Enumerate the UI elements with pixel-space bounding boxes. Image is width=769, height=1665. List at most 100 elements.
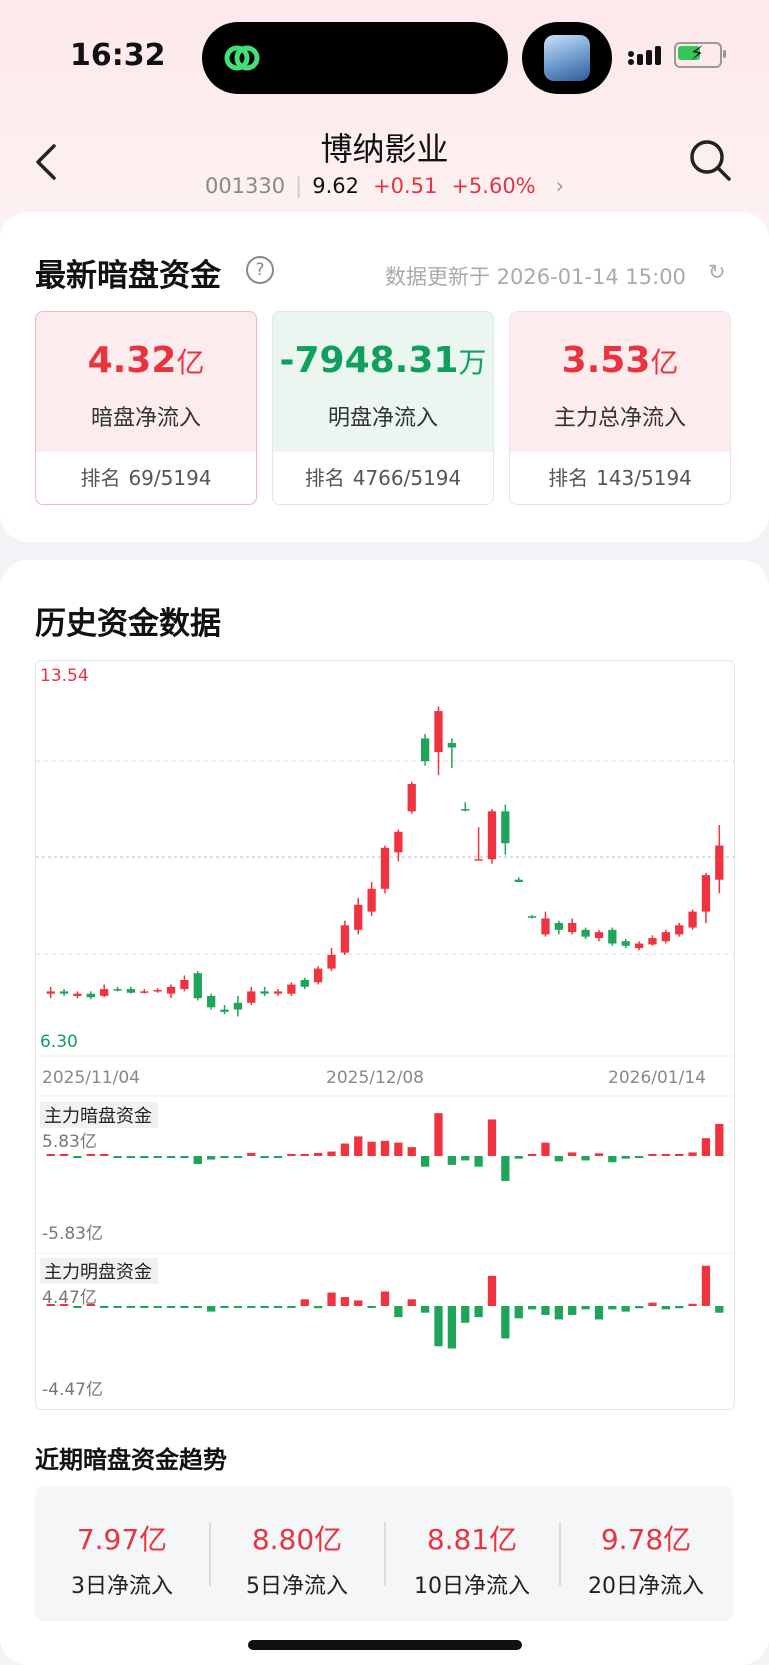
- flow-bar: [688, 1303, 697, 1306]
- flow-bar: [487, 1275, 497, 1306]
- flow-bar: [487, 1119, 497, 1156]
- flow-bar: [634, 1156, 644, 1158]
- candle-body: [73, 993, 82, 996]
- dark-panel-max: 5.83亿: [42, 1132, 97, 1152]
- flow-bar: [527, 1154, 537, 1156]
- status-time: 16:32: [70, 38, 166, 73]
- candle-body: [394, 831, 403, 853]
- flow-bar: [207, 1306, 216, 1312]
- live-activity-app[interactable]: [522, 22, 612, 94]
- app-thumbnail-icon: [544, 35, 590, 81]
- flow-bar: [648, 1302, 657, 1306]
- price-max-label: 13.54: [40, 666, 89, 686]
- flow-bar: [153, 1156, 162, 1158]
- flow-bar: [701, 1138, 711, 1156]
- metric-unit: 万: [458, 346, 487, 379]
- flow-bar: [247, 1152, 256, 1156]
- refresh-icon[interactable]: ↻: [708, 260, 726, 284]
- rank-value: 4766/5194: [352, 466, 462, 490]
- link-rings-icon: [224, 45, 260, 71]
- candle-body: [273, 991, 283, 994]
- dynamic-island[interactable]: [202, 22, 508, 94]
- x-label-end: 2026/01/14: [608, 1068, 706, 1088]
- flow-bar: [100, 1154, 109, 1156]
- candle-body: [594, 932, 604, 939]
- flow-bar: [621, 1156, 630, 1159]
- metric-main-inflow[interactable]: 3.53亿 主力总净流入 排名 143/5194: [509, 311, 731, 505]
- candle-body: [648, 938, 657, 945]
- flow-bar: [313, 1152, 323, 1156]
- flow-bar: [568, 1306, 577, 1315]
- candle-body: [675, 925, 684, 935]
- flow-bar: [461, 1306, 470, 1323]
- flow-bar: [300, 1299, 309, 1306]
- trend-item-3d[interactable]: 7.97亿 3日净流入: [35, 1486, 209, 1622]
- flow-bar: [661, 1306, 670, 1310]
- candle-body: [166, 986, 176, 994]
- metric-dark-inflow[interactable]: 4.32亿 暗盘净流入 排名 69/5194: [35, 311, 257, 505]
- flow-bar: [661, 1154, 670, 1156]
- home-indicator[interactable]: [248, 1640, 522, 1650]
- candle-body: [715, 845, 724, 880]
- rank-label: 排名: [304, 466, 345, 490]
- candle-body: [487, 811, 497, 860]
- flow-bar: [688, 1152, 697, 1156]
- chevron-right-icon: ›: [555, 174, 565, 198]
- candle-body: [340, 925, 350, 953]
- metric-label: 暗盘净流入: [90, 406, 201, 431]
- dark-panel-min: -5.83亿: [42, 1224, 103, 1244]
- nav-bar: 博纳影业 001330 | 9.62 +0.51 +5.60% ›: [0, 112, 769, 212]
- candle-body: [568, 923, 577, 933]
- candle-body: [701, 875, 711, 912]
- candle-body: [313, 968, 323, 983]
- candle-body: [608, 929, 617, 944]
- history-chart[interactable]: 13.54 6.30 2025/11/04 2025/12/08 2026/01…: [35, 660, 735, 1410]
- trend-item-20d[interactable]: 9.78亿 20日净流入: [559, 1486, 733, 1622]
- x-label-mid: 2025/12/08: [326, 1068, 424, 1088]
- candle-body: [113, 989, 122, 991]
- flow-bar: [260, 1156, 269, 1158]
- flow-bar: [113, 1156, 122, 1158]
- flow-bar: [554, 1306, 563, 1320]
- flow-bar: [527, 1306, 537, 1310]
- trend-label: 10日净流入: [414, 1574, 530, 1599]
- flow-bar: [207, 1156, 216, 1160]
- stock-quote[interactable]: 001330 | 9.62 +0.51 +5.60% ›: [0, 174, 769, 198]
- candle-body: [367, 888, 376, 912]
- flow-bar: [514, 1156, 523, 1159]
- flow-bar: [113, 1306, 122, 1308]
- trend-panel: 7.97亿 3日净流入 8.80亿 5日净流入 8.81亿 10日净流入 9.7…: [35, 1486, 733, 1622]
- flow-bar: [180, 1306, 189, 1308]
- flow-bar: [233, 1306, 243, 1308]
- help-icon[interactable]: ?: [246, 256, 274, 284]
- metric-label: 主力总净流入: [553, 406, 686, 431]
- flow-bar: [461, 1156, 470, 1161]
- candle-body: [354, 904, 363, 930]
- candle-body: [233, 1002, 243, 1010]
- flow-bar: [73, 1156, 82, 1158]
- chart-canvas: 13.54 6.30 2025/11/04 2025/12/08 2026/01…: [36, 666, 734, 1400]
- metric-lit-inflow[interactable]: -7948.31万 明盘净流入 排名 4766/5194: [272, 311, 494, 505]
- trend-item-5d[interactable]: 8.80亿 5日净流入: [210, 1486, 384, 1622]
- candle-body: [220, 1009, 229, 1012]
- flow-bar: [380, 1291, 390, 1306]
- flow-bar: [420, 1306, 430, 1313]
- search-icon[interactable]: [688, 138, 732, 182]
- stock-change: +0.51: [372, 174, 438, 198]
- metric-value: 3.53: [561, 340, 651, 381]
- flow-bar: [220, 1306, 229, 1308]
- rank-label: 排名: [80, 466, 121, 490]
- price-min-label: 6.30: [40, 1032, 78, 1052]
- flow-bar: [447, 1306, 457, 1349]
- flow-bar: [367, 1306, 376, 1308]
- trend-value: 9.78亿: [600, 1523, 692, 1556]
- candle-body: [180, 979, 189, 990]
- flow-bar: [260, 1306, 269, 1308]
- candle-body: [86, 993, 95, 998]
- candle-body: [661, 932, 670, 942]
- flow-bar: [715, 1306, 724, 1313]
- flow-bar: [701, 1265, 711, 1306]
- candle-body: [140, 991, 149, 993]
- trend-item-10d[interactable]: 8.81亿 10日净流入: [385, 1486, 559, 1622]
- candle-body: [287, 984, 296, 994]
